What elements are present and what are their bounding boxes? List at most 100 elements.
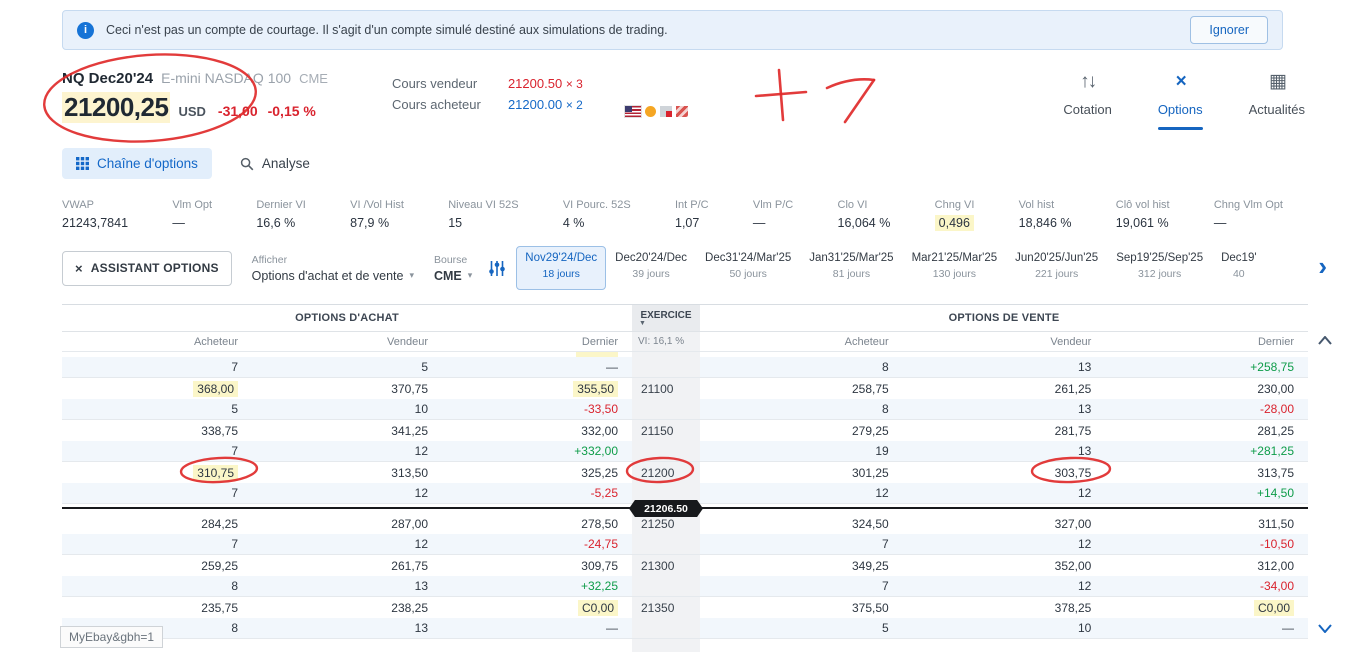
last-price: 21200,25 (62, 92, 171, 123)
call-ask-size: 10 (414, 402, 428, 416)
col-header-put-dernier[interactable]: Dernier (1105, 332, 1308, 351)
option-row-21350[interactable]: 235,75 238,25 C0,00 21350 375,50 378,25 C0,00 8… (62, 597, 1308, 639)
call-change: -33,50 (583, 402, 618, 416)
assistant-label: ASSISTANT OPTIONS (90, 261, 219, 275)
expiry-days: 39 jours (632, 268, 670, 280)
put-last-price: 230,00 (1257, 381, 1295, 396)
stat-niveau-vi-52s: Niveau VI 52S 15 (448, 199, 518, 230)
option-row-21100[interactable]: 368,00 370,75 355,50 21100 258,75 261,25 230,0… (62, 378, 1308, 420)
strike-price: 21100 (632, 378, 700, 399)
banner-text: Ceci n'est pas un compte de courtage. Il… (106, 23, 668, 37)
put-change: +258,75 (1250, 360, 1295, 374)
expiry-tab[interactable]: Nov29'24/Dec 18 jours (516, 246, 607, 290)
display-dropdown[interactable]: Afficher Options d'achat et de vente ▾ (252, 254, 414, 283)
col-header-call-dernier[interactable]: Dernier (442, 332, 632, 351)
expiry-tab[interactable]: Mar21'25/Mar'25 130 jours (903, 246, 1007, 290)
put-ask-price: 327,00 (1054, 516, 1092, 531)
put-bid-size: 12 (875, 486, 889, 500)
expiry-tab[interactable]: Jan31'25/Mar'25 81 jours (800, 246, 902, 290)
expiry-tab[interactable]: Dec19' 40 (1212, 246, 1265, 290)
orange-market-icon (644, 106, 656, 117)
scroll-down-button[interactable] (1318, 620, 1332, 638)
nav-item-actualits[interactable]: ▦ Actualités (1249, 72, 1305, 130)
option-row-21250[interactable]: 284,25 287,00 278,50 21250 324,50 327,00 311,5… (62, 513, 1308, 555)
stat-vlm-opt: Vlm Opt — (172, 199, 212, 230)
expiry-days: 40 (1232, 268, 1245, 280)
call-ask-price: 313,50 (391, 465, 428, 480)
strike-column-header[interactable]: EXERCICE ▼ (632, 305, 700, 331)
us-flag-icon (623, 105, 642, 118)
chevron-down-icon (1318, 624, 1332, 634)
put-bid-size: 5 (881, 621, 889, 635)
nav-item-cotation[interactable]: ↑↓ Cotation (1063, 72, 1111, 130)
news-grid-icon: ▦ (1268, 71, 1287, 92)
chevron-right-icon[interactable]: › (1314, 251, 1327, 281)
call-bid-size: 7 (231, 444, 238, 458)
option-row-21300[interactable]: 259,25 261,75 309,75 21300 349,25 352,00 312,0… (62, 555, 1308, 597)
market-flags (623, 105, 688, 118)
stat-vwap: VWAP 21243,7841 (62, 199, 128, 230)
stat-label: Clo VI (837, 199, 868, 211)
strike-price: 21200 (632, 462, 700, 483)
nav-item-options[interactable]: × Options (1158, 72, 1203, 130)
chevron-down-icon: ▾ (467, 270, 473, 280)
put-bid-price: 375,50 (851, 600, 889, 615)
view-tabs: Chaîne d'options Analyse (62, 148, 1283, 179)
call-bid-price: 310,75 (62, 464, 252, 481)
strike-cell (632, 441, 700, 461)
col-header-put-vendeur[interactable]: Vendeur (903, 332, 1106, 351)
stat-label: Dernier VI (256, 199, 306, 211)
stat-value: 16,6 % (256, 216, 296, 230)
call-bid-price: 259,25 (201, 558, 238, 573)
tab-label: Chaîne d'options (97, 156, 198, 171)
col-header-call-acheteur[interactable]: Acheteur (62, 332, 252, 351)
call-bid-size: 7 (231, 486, 238, 500)
put-last-price: C0,00 (1105, 599, 1308, 616)
bid-ask-quotes: Cours vendeur 21200.50 × 3 Cours acheteu… (392, 76, 583, 118)
tab-analyse[interactable]: Analyse (226, 148, 324, 179)
option-row-21150[interactable]: 338,75 341,25 332,00 21150 279,25 281,75 281,2… (62, 420, 1308, 462)
strike-cell (632, 357, 700, 377)
call-change: — (606, 360, 618, 374)
option-row-partial[interactable]: 7 5 — 8 13 +258,75 (62, 352, 1308, 378)
stat-label: Clô vol hist (1115, 199, 1170, 211)
info-icon: i (77, 21, 94, 39)
options-assistant-button[interactable]: × ASSISTANT OPTIONS (62, 250, 232, 286)
expiry-label: Mar21'25/Mar'25 (911, 252, 998, 264)
ignore-button[interactable]: Ignorer (1190, 16, 1268, 44)
col-header-put-acheteur[interactable]: Acheteur (700, 332, 903, 351)
puts-section-header: OPTIONS DE VENTE (948, 312, 1060, 324)
exchange-dropdown[interactable]: Bourse CME ▾ (434, 254, 472, 283)
vi-summary: VI: 16,1 % (632, 332, 700, 351)
expiry-tab[interactable]: Dec31'24/Mar'25 50 jours (696, 246, 800, 290)
trading-app-page: i Ceci n'est pas un compte de courtage. … (0, 0, 1345, 652)
put-bid-size: 7 (881, 537, 889, 551)
nav-item-label: Options (1157, 102, 1203, 117)
ask-row: Cours vendeur 21200.50 × 3 (392, 76, 583, 91)
stat-label: Vlm Opt (172, 199, 213, 211)
filter-button[interactable] (488, 260, 506, 277)
col-header-call-vendeur[interactable]: Vendeur (252, 332, 442, 351)
options-chain-table: OPTIONS D'ACHAT EXERCICE ▼ OPTIONS DE VE… (62, 304, 1308, 652)
expiry-tab[interactable]: Jun20'25/Jun'25 221 jours (1006, 246, 1107, 290)
call-change: -5,25 (590, 486, 618, 500)
strike-price: 21150 (632, 420, 700, 441)
strike-cell (632, 639, 700, 652)
stat-label: VI Pourc. 52S (562, 199, 631, 211)
grey-market-icon (659, 106, 672, 117)
instrument-exchange: CME (299, 71, 328, 86)
put-bid-size: 8 (881, 402, 889, 416)
put-last-price: 313,75 (1257, 465, 1295, 480)
stat-label: Chng VI (934, 199, 975, 211)
scroll-up-button[interactable] (1318, 332, 1332, 350)
call-bid-price: 338,75 (201, 423, 238, 438)
tab-chaine-options[interactable]: Chaîne d'options (62, 148, 212, 179)
put-bid-size: 7 (881, 579, 889, 593)
option-row-21200[interactable]: 310,75 313,50 325,25 21200 301,25 303,75 313,7… (62, 462, 1308, 504)
nav-item-label: Cotation (1063, 102, 1112, 117)
expiry-tab[interactable]: Sep19'25/Sep'25 312 jours (1107, 246, 1212, 290)
expiry-label: Jun20'25/Jun'25 (1015, 252, 1099, 264)
put-bid-price: 301,25 (851, 465, 889, 480)
expiry-tab[interactable]: Dec20'24/Dec 39 jours (606, 246, 696, 290)
nav-item-label: Actualités (1248, 102, 1305, 117)
